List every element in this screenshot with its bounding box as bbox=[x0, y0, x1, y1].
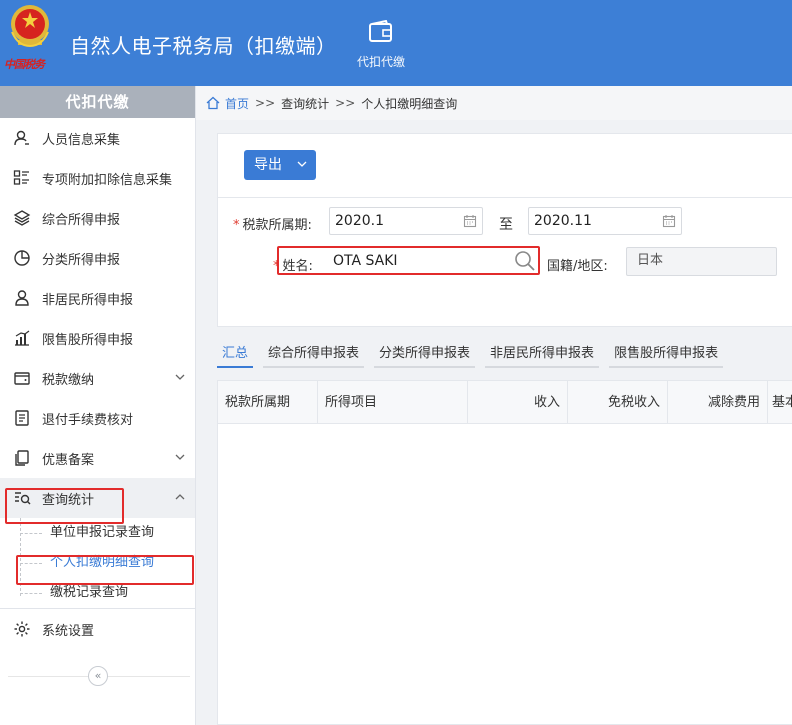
breadcrumb-separator: >> bbox=[335, 96, 356, 110]
highlight-personal-query bbox=[16, 555, 194, 585]
nav-module-withholding[interactable]: 代扣代缴 bbox=[346, 18, 416, 78]
app-header: 中国税务 自然人电子税务局（扣缴端） 代扣代缴 bbox=[0, 0, 792, 86]
tab-nonresident-income-report[interactable]: 非居民所得申报表 bbox=[485, 342, 600, 368]
person-outline-icon bbox=[15, 290, 29, 306]
period-start-input[interactable]: 2020.1 bbox=[329, 207, 483, 235]
export-button-label: 导出 bbox=[254, 157, 282, 173]
breadcrumb: 首页 >> 查询统计 >> 个人扣缴明细查询 bbox=[196, 86, 792, 120]
document-icon bbox=[15, 410, 29, 426]
column-header-income-item[interactable]: 所得项目 bbox=[318, 381, 468, 424]
pie-chart-icon bbox=[14, 250, 30, 266]
breadcrumb-separator: >> bbox=[255, 96, 276, 110]
period-end-input[interactable]: 2020.11 bbox=[528, 207, 682, 235]
nav-module-label: 代扣代缴 bbox=[356, 55, 405, 69]
sidebar-item-personnel-info[interactable]: 人员信息采集 bbox=[0, 118, 195, 158]
sidebar-item-nonresident-income[interactable]: 非居民所得申报 bbox=[0, 278, 195, 318]
sidebar-item-label: 非居民所得申报 bbox=[42, 292, 134, 308]
nationality-label: 国籍/地区: bbox=[547, 259, 608, 274]
column-header-deduction[interactable]: 减除费用 bbox=[668, 381, 768, 424]
period-end-value: 2020.11 bbox=[534, 213, 592, 229]
app-title: 自然人电子税务局（扣缴端） bbox=[70, 34, 337, 58]
main-content: 导出 * 税款所属期: 2020.1 至 2020.11 * 姓名: OTA SAK… bbox=[196, 120, 792, 725]
sidebar-item-preferential-filing[interactable]: 优惠备案 bbox=[0, 438, 195, 478]
sidebar-item-label: 综合所得申报 bbox=[42, 212, 121, 228]
export-button[interactable]: 导出 bbox=[244, 150, 316, 180]
filter-panel: 导出 * 税款所属期: 2020.1 至 2020.11 * 姓名: OTA SAK… bbox=[217, 133, 792, 327]
layers-icon bbox=[13, 210, 31, 226]
collapse-sidebar-button[interactable]: « bbox=[88, 666, 108, 686]
list-icon bbox=[13, 170, 29, 185]
sidebar-item-label: 专项附加扣除信息采集 bbox=[42, 172, 173, 188]
sidebar-item-label: 退付手续费核对 bbox=[42, 412, 134, 428]
sidebar-item-system-settings[interactable]: 系统设置 bbox=[0, 609, 195, 649]
nationality-value: 日本 bbox=[637, 253, 664, 268]
nationality-input: 日本 bbox=[626, 247, 777, 276]
person-icon bbox=[14, 130, 29, 146]
column-header-income[interactable]: 收入 bbox=[468, 381, 568, 424]
tab-summary[interactable]: 汇总 bbox=[217, 342, 254, 368]
period-to-label: 至 bbox=[499, 217, 513, 233]
column-header-basic[interactable]: 基本 bbox=[768, 381, 792, 424]
sidebar-item-special-deduction[interactable]: 专项附加扣除信息采集 bbox=[0, 158, 195, 198]
brand-logo-text: 中国税务 bbox=[4, 58, 45, 71]
breadcrumb-level1: 查询统计 bbox=[281, 96, 330, 111]
wallet-icon bbox=[14, 372, 30, 385]
period-label: * 税款所属期: bbox=[233, 214, 312, 233]
column-header-tax-period[interactable]: 税款所属期 bbox=[218, 381, 318, 424]
breadcrumb-level2: 个人扣缴明细查询 bbox=[361, 96, 458, 111]
breadcrumb-home-link[interactable]: 首页 bbox=[225, 95, 249, 112]
chevron-up-icon bbox=[175, 494, 185, 500]
gear-icon bbox=[14, 621, 30, 637]
wallet-icon bbox=[369, 20, 392, 42]
panel-divider bbox=[218, 197, 792, 198]
chevron-down-icon bbox=[175, 454, 185, 460]
sidebar-item-label: 优惠备案 bbox=[42, 452, 95, 468]
sidebar-item-comprehensive-income[interactable]: 综合所得申报 bbox=[0, 198, 195, 238]
highlight-query-stats bbox=[5, 488, 124, 524]
home-icon bbox=[206, 96, 220, 110]
sidebar-item-label: 系统设置 bbox=[42, 623, 95, 639]
detail-table: 税款所属期 所得项目 收入 免税收入 减除费用 基本 bbox=[217, 380, 792, 725]
column-header-tax-exempt-income[interactable]: 免税收入 bbox=[568, 381, 668, 424]
tab-comprehensive-income-report[interactable]: 综合所得申报表 bbox=[263, 342, 365, 368]
period-label-text: 税款所属期: bbox=[242, 218, 312, 233]
chevron-down-icon bbox=[297, 161, 307, 167]
tab-classified-income-report[interactable]: 分类所得申报表 bbox=[374, 342, 476, 368]
sidebar: 代扣代缴 人员信息采集 专项附加扣除信息采集 综合所得申报 分类所得申报 非居民… bbox=[0, 86, 196, 725]
copy-icon bbox=[15, 450, 29, 466]
sidebar-item-classified-income[interactable]: 分类所得申报 bbox=[0, 238, 195, 278]
calendar-icon[interactable] bbox=[662, 214, 676, 228]
highlight-name-field bbox=[277, 246, 540, 275]
sidebar-item-label: 税款缴纳 bbox=[42, 372, 95, 388]
required-mark: * bbox=[233, 218, 240, 233]
bar-chart-icon bbox=[15, 330, 30, 346]
tab-bar: 汇总 综合所得申报表 分类所得申报表 非居民所得申报表 限售股所得申报表 bbox=[217, 342, 792, 370]
sidebar-item-label: 限售股所得申报 bbox=[42, 332, 134, 348]
tab-restricted-stock-report[interactable]: 限售股所得申报表 bbox=[609, 342, 724, 368]
sidebar-title: 代扣代缴 bbox=[0, 86, 195, 118]
sidebar-item-refund-fee-check[interactable]: 退付手续费核对 bbox=[0, 398, 195, 438]
sidebar-item-tax-payment[interactable]: 税款缴纳 bbox=[0, 358, 195, 398]
sidebar-item-label: 人员信息采集 bbox=[42, 132, 121, 148]
calendar-icon[interactable] bbox=[463, 214, 477, 228]
period-start-value: 2020.1 bbox=[335, 213, 384, 229]
national-emblem-icon bbox=[11, 5, 49, 48]
table-header-row: 税款所属期 所得项目 收入 免税收入 减除费用 基本 bbox=[218, 381, 792, 424]
sidebar-item-label: 分类所得申报 bbox=[42, 252, 121, 268]
sidebar-item-restricted-stock[interactable]: 限售股所得申报 bbox=[0, 318, 195, 358]
chevron-down-icon bbox=[175, 374, 185, 380]
